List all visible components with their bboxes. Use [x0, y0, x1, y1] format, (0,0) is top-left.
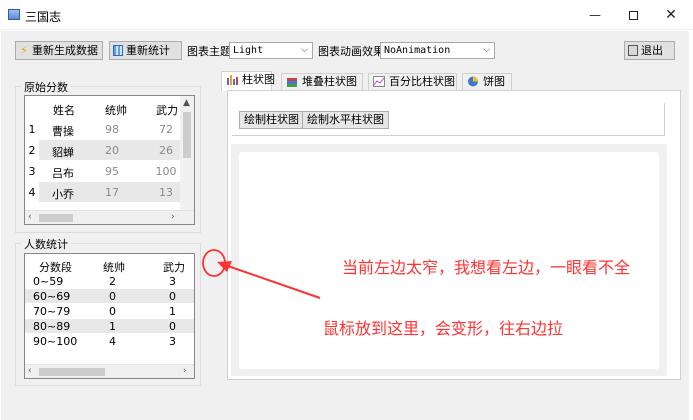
- cell-command[interactable]: 0: [109, 305, 119, 318]
- column-header-force[interactable]: 武力: [156, 102, 178, 118]
- row-number: 4: [28, 186, 36, 199]
- draw-horizontal-bar-chart-button[interactable]: 绘制水平柱状图: [302, 111, 389, 129]
- cell-command[interactable]: 17: [87, 186, 137, 199]
- scroll-right-icon[interactable]: ›: [171, 212, 175, 222]
- cell-force[interactable]: 0: [169, 320, 179, 333]
- cell-name[interactable]: 吕布: [39, 165, 87, 181]
- cell-command[interactable]: 98: [87, 123, 137, 136]
- scrollbar-thumb[interactable]: [39, 368, 105, 376]
- title-bar: 三国志 — ✕: [0, 0, 693, 30]
- annotation-text-2: 鼠标放到这里，会变形，往右边拉: [323, 319, 564, 338]
- scrollbar-thumb[interactable]: [183, 112, 191, 158]
- pie-chart-icon: [468, 76, 478, 87]
- tab-label: 饼图: [483, 75, 505, 88]
- cell-range[interactable]: 60~69: [33, 290, 77, 303]
- cell-range[interactable]: 70~79: [33, 305, 77, 318]
- tab-label: 百分比柱状图: [389, 75, 455, 88]
- cell-force[interactable]: 3: [169, 275, 179, 288]
- scroll-left-icon[interactable]: ‹: [28, 212, 32, 222]
- cell-command[interactable]: 4: [109, 335, 119, 348]
- cell-name[interactable]: 曹操: [39, 123, 87, 139]
- column-header-command[interactable]: 统帅: [103, 259, 125, 275]
- horizontal-scrollbar[interactable]: ‹ ›: [25, 210, 194, 224]
- theme-value: Light: [233, 45, 264, 56]
- tab-percent-bar[interactable]: 百分比柱状图: [368, 73, 457, 90]
- tab-bar-chart[interactable]: 柱状图: [221, 71, 275, 91]
- scroll-up-icon[interactable]: ▲: [183, 98, 190, 108]
- animation-value: NoAnimation: [384, 45, 451, 56]
- vertical-scrollbar[interactable]: ▲: [180, 96, 194, 210]
- headcount-title: 人数统计: [21, 236, 71, 252]
- draw-bar-chart-button[interactable]: 绘制柱状图: [239, 111, 304, 129]
- cell-range[interactable]: 90~100: [33, 335, 83, 348]
- regenerate-data-label: 重新生成数据: [32, 44, 98, 57]
- column-header-command[interactable]: 统帅: [105, 102, 127, 118]
- theme-label: 图表主题: [187, 45, 231, 58]
- cell-force[interactable]: 3: [169, 335, 179, 348]
- app-icon: [8, 9, 20, 20]
- row-number: 1: [28, 123, 36, 136]
- tab-pie-chart[interactable]: 饼图: [462, 73, 512, 90]
- headcount-table[interactable]: 分数段 统帅 武力 0~59 2 3 60~69 0 0 70~79 0 1 8…: [24, 253, 195, 379]
- window-title: 三国志: [25, 10, 62, 24]
- exit-label: 退出: [641, 44, 663, 57]
- annotation-text-1: 当前左边太窄，我想看左边，一眼看不全: [342, 258, 631, 277]
- animation-select[interactable]: NoAnimation ⌵: [380, 42, 495, 59]
- exit-button[interactable]: 退出: [624, 41, 675, 60]
- cell-command[interactable]: 20: [87, 144, 137, 157]
- cell-force[interactable]: 0: [169, 290, 179, 303]
- cell-range[interactable]: 0~59: [33, 275, 77, 288]
- animation-label: 图表动画效果: [318, 45, 384, 58]
- table-icon: [113, 45, 123, 56]
- cell-command[interactable]: 95: [87, 165, 137, 178]
- annotation-arrow: [202, 249, 321, 299]
- tab-label: 堆叠柱状图: [302, 75, 357, 88]
- cell-command[interactable]: 1: [109, 320, 119, 333]
- close-button[interactable]: ✕: [652, 0, 690, 30]
- minimize-button[interactable]: —: [576, 0, 614, 30]
- raw-scores-title: 原始分数: [21, 79, 71, 95]
- column-header-name[interactable]: 姓名: [53, 102, 75, 118]
- cell-command[interactable]: 2: [109, 275, 119, 288]
- column-header-force[interactable]: 武力: [163, 259, 185, 275]
- bar-chart-icon: [227, 75, 238, 85]
- lightning-icon: ⚡: [20, 44, 28, 57]
- stacked-bar-icon: [287, 78, 297, 87]
- row-number: 2: [28, 144, 36, 157]
- cell-command[interactable]: 0: [109, 290, 119, 303]
- scroll-right-icon[interactable]: ›: [183, 366, 187, 376]
- theme-select[interactable]: Light ⌵: [229, 42, 313, 59]
- row-number: 3: [28, 165, 36, 178]
- maximize-icon: [628, 11, 638, 20]
- recount-label: 重新统计: [126, 44, 170, 57]
- horizontal-scrollbar[interactable]: ‹ ›: [25, 364, 194, 378]
- column-header-range[interactable]: 分数段: [39, 259, 72, 275]
- scrollbar-thumb[interactable]: [39, 214, 73, 222]
- regenerate-data-button[interactable]: ⚡ 重新生成数据: [15, 41, 103, 60]
- cell-name[interactable]: 小乔: [39, 186, 87, 202]
- cell-range[interactable]: 80~89: [33, 320, 77, 333]
- cell-force[interactable]: 1: [169, 305, 179, 318]
- tab-stacked-bar[interactable]: 堆叠柱状图: [281, 73, 363, 90]
- chevron-down-icon: ⌵: [301, 45, 308, 55]
- annotation-line: [224, 264, 321, 299]
- cell-name[interactable]: 貂蝉: [39, 144, 87, 160]
- maximize-button[interactable]: [614, 0, 652, 30]
- recount-button[interactable]: 重新统计: [109, 41, 182, 60]
- raw-scores-table[interactable]: 姓名 统帅 武力 1 曹操 98 72 2 貂蝉 20 26 3 吕布 95 1…: [24, 95, 195, 225]
- exit-icon: [628, 45, 638, 56]
- percent-bar-icon: [373, 76, 385, 87]
- chevron-down-icon: ⌵: [483, 45, 490, 55]
- tab-label: 柱状图: [242, 73, 275, 86]
- scroll-left-icon[interactable]: ‹: [28, 366, 32, 376]
